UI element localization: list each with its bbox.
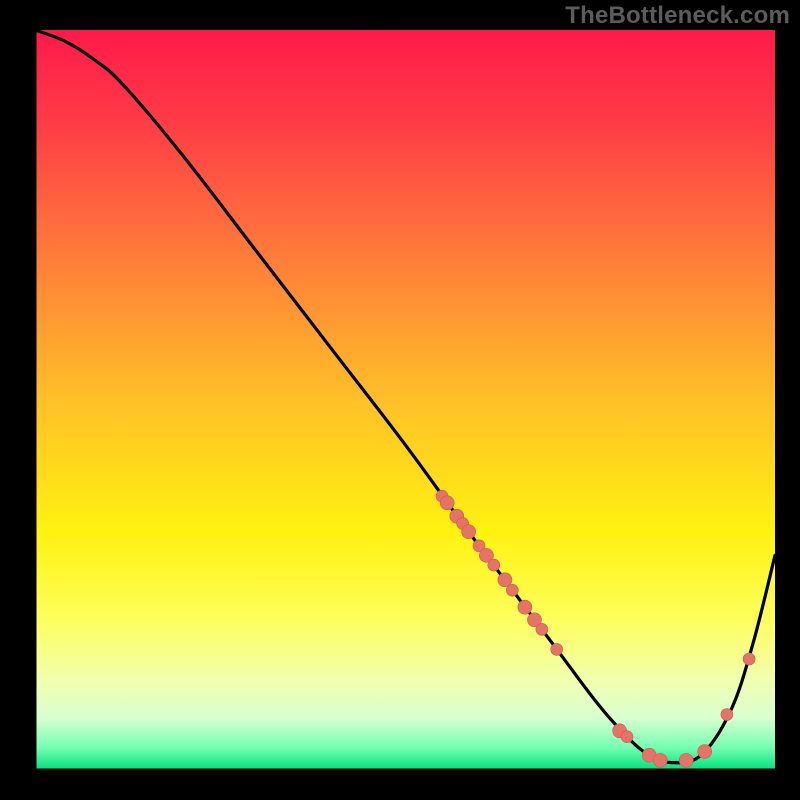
- bottleneck-curve-chart: [0, 0, 800, 800]
- watermark-text: TheBottleneck.com: [565, 2, 790, 30]
- data-point: [721, 709, 733, 721]
- data-point: [518, 600, 532, 614]
- data-point: [621, 731, 633, 743]
- gradient-background: [35, 30, 775, 770]
- data-point: [440, 496, 454, 510]
- data-point: [462, 525, 476, 539]
- data-point: [679, 753, 693, 767]
- data-point: [698, 745, 712, 759]
- plot-area: [35, 30, 775, 770]
- data-point: [536, 623, 548, 635]
- chart-frame: TheBottleneck.com: [0, 0, 800, 800]
- data-point: [506, 584, 518, 596]
- data-point: [551, 643, 563, 655]
- data-point: [488, 559, 500, 571]
- data-point: [653, 753, 667, 767]
- data-point: [743, 653, 755, 665]
